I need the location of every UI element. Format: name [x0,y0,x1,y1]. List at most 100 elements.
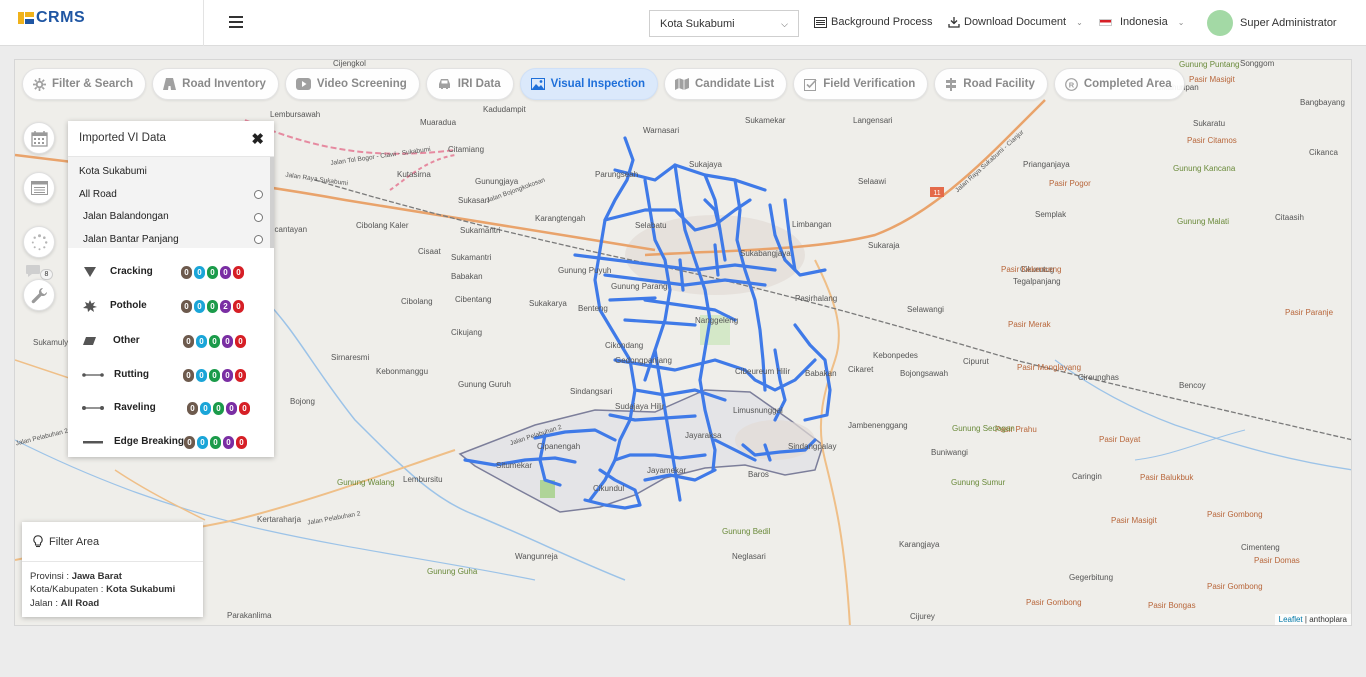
count-badge: 0 [181,300,192,313]
tools-button[interactable] [23,279,55,311]
lightbulb-icon [33,535,43,548]
count-badge: 0 [197,436,208,449]
map-place-label: Kadudampit [483,105,526,114]
damage-row-pothole[interactable]: Pothole 0 0 0 2 0 [68,296,274,316]
menu-toggle-icon[interactable] [229,16,243,28]
map-place-label: Citaasih [1275,213,1304,222]
chevron-down-icon: ⌄ [1076,17,1083,27]
count-badge: 0 [196,335,207,348]
city-select[interactable]: Kota Sukabumi ⌵ [649,10,799,37]
signpost-icon [946,77,957,91]
chat-icon[interactable] [25,264,41,278]
map-place-label: Selawangi [907,305,944,314]
avatar[interactable] [1207,10,1233,36]
count-badge: 0 [222,335,233,348]
loading-button[interactable] [23,226,55,258]
list-button[interactable] [23,172,55,204]
background-process-button[interactable]: Background Process [814,16,933,28]
map-place-label: Cipurut [963,357,989,366]
triangle-icon [84,267,96,277]
damage-counts: 0 0 0 0 0 [183,335,246,348]
map-place-label: Langensari [853,116,893,125]
filter-area-header[interactable]: Filter Area [22,522,203,562]
map-place-label: Jayamekar [647,466,687,475]
count-badge: 0 [187,402,198,415]
map-place-label: Jambenenggang [848,421,908,430]
map-place-label: Sukakarya [529,299,567,308]
count-badge: 0 [233,266,244,279]
map-place-label: Sukasari [458,196,490,205]
map-poi-label: Pasir Dayat [1099,435,1141,444]
filter-regency: Kota/Kabupaten : Kota Sukabumi [30,584,175,595]
damage-row-cracking[interactable]: Cracking 0 0 0 0 0 [68,262,274,282]
map-place-label: Bencoy [1179,381,1206,390]
map-place-label: Gunung Parang [611,282,668,291]
road-list-item[interactable]: All Road [79,189,117,200]
count-badge: 0 [226,402,237,415]
map-place-label: Sudajaya Hilir [615,402,665,411]
tab-candidate-list[interactable]: Candidate List [664,68,788,100]
tab-visual-inspection[interactable]: Visual Inspection [519,68,658,100]
map-place-label: Cibeureum Hilir [735,367,791,376]
chevron-down-icon: ⌄ [1177,17,1185,27]
tab-road-inventory[interactable]: Road Inventory [152,68,279,100]
map-mountain-label: Gunung Puntang [1179,60,1240,69]
map-place-label: Limbangan [792,220,832,229]
close-icon[interactable]: ✖ [251,130,264,148]
damage-row-raveling[interactable]: Raveling 0 0 0 0 0 [68,398,274,418]
road-list[interactable]: Kota Sukabumi All Road Jalan Balandongan… [68,157,274,248]
filter-province: Provinsi : Jawa Barat [30,571,122,582]
download-document-button[interactable]: Download Document ⌄ [948,16,1083,28]
leaflet-link[interactable]: Leaflet [1279,615,1303,624]
tab-completed-area[interactable]: R Completed Area [1053,68,1185,100]
route-shield-label: 11 [933,190,940,197]
road-list-item[interactable]: Jalan Balandongan [83,211,169,222]
map-place-label: Prianganjaya [1023,160,1070,169]
road-radio[interactable] [254,213,263,222]
damage-row-rutting[interactable]: Rutting 0 0 0 0 0 [68,365,274,385]
map-place-label: Jayaraksa [685,431,722,440]
map-place-label: Cisaat [418,247,441,256]
brand[interactable]: CRMS [0,0,204,46]
road-radio[interactable] [254,235,263,244]
tab-label: Completed Area [1083,78,1172,90]
scrollbar[interactable] [270,157,274,248]
map-mountain-label: Gunung Sumur [951,478,1006,487]
count-badge: 0 [207,266,218,279]
tab-field-verification[interactable]: Field Verification [793,68,929,100]
map-place-label: Cibolang [401,297,433,306]
count-badge: 0 [235,369,246,382]
tab-label: Video Screening [316,78,407,90]
map-place-label: Buniwangi [931,448,968,457]
count-badge: 0 [223,436,234,449]
user-name[interactable]: Super Administrator [1240,17,1337,29]
damage-row-other[interactable]: Other 0 0 0 0 0 [68,331,274,351]
filter-area-panel: Filter Area Provinsi : Jawa Barat Kota/K… [22,522,203,617]
map-place-label: Parungseah [595,170,639,179]
tab-video-screening[interactable]: Video Screening [284,68,420,100]
language-select[interactable]: Indonesia ⌄ [1099,16,1184,28]
registered-icon: R [1064,77,1078,91]
map-place-label: Cimenteng [1241,543,1280,552]
map-poi-label: Pasir Gombong [1207,582,1263,591]
map-place-label: Sukamulya [33,338,73,347]
top-bar: CRMS Kota Sukabumi ⌵ Background Process … [0,0,1366,46]
tab-iri-data[interactable]: IRI Data [425,68,514,100]
tab-road-facility[interactable]: Road Facility [934,68,1048,100]
map-poi-label: Pasir Merak [1008,320,1051,329]
map-attribution: Leaflet | anthoplara [1274,614,1351,625]
count-badge: 0 [236,436,247,449]
map-place-label: Sukaratu [1193,119,1226,128]
road-radio[interactable] [254,190,263,199]
damage-row-edge-breaking[interactable]: Edge Breaking 0 0 0 0 0 [68,432,274,452]
damage-name: Raveling [114,402,156,413]
calendar-button[interactable] [23,122,55,154]
tab-filter-search[interactable]: Filter & Search [22,68,147,100]
road-list-item[interactable]: Jalan Bantar Panjang [83,234,179,245]
map-place-label: Cikundul [593,484,625,493]
map-place-label: Cijengkol [333,59,366,68]
map-place-label: Warnasari [643,126,680,135]
chevron-down-icon: ⌵ [781,19,788,29]
map-poi-label: Pasir Bongas [1148,601,1196,610]
imported-vi-panel: Imported VI Data ✖ Kota Sukabumi All Roa… [68,121,274,457]
